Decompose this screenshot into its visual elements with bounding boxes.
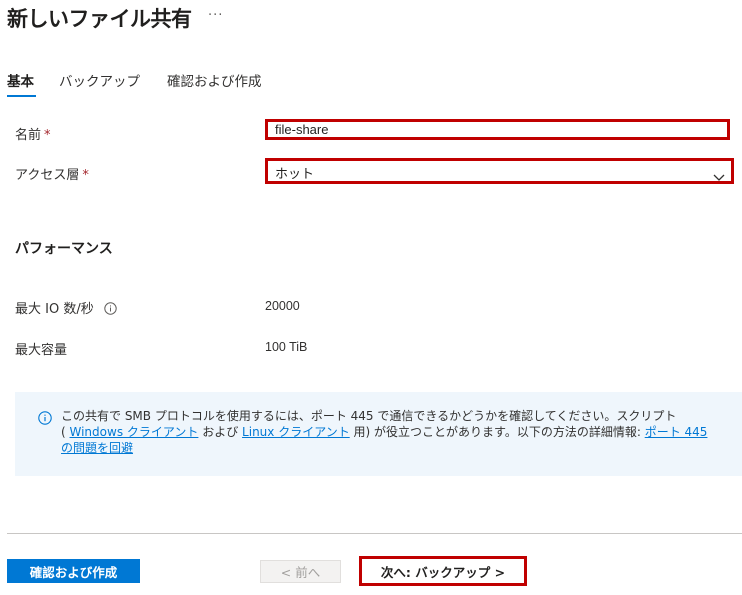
info-text-part: および: [198, 425, 243, 439]
tab-review-create[interactable]: 確認および作成: [167, 70, 262, 90]
tab-basics[interactable]: 基本: [7, 70, 34, 90]
access-tier-dropdown[interactable]: ホット: [265, 158, 734, 184]
footer-divider: [7, 533, 742, 534]
name-field[interactable]: [265, 119, 730, 140]
access-tier-selected-value: ホット: [275, 167, 315, 182]
active-tab-indicator: [7, 95, 36, 97]
required-marker: *: [82, 168, 89, 183]
info-icon: [38, 410, 52, 429]
required-marker: *: [44, 128, 51, 143]
max-io-value: 20000: [265, 299, 300, 313]
name-label-text: 名前: [15, 128, 42, 143]
performance-section-title: パフォーマンス: [15, 241, 113, 257]
info-text-part: 用) が役立つことがあります。以下の方法の詳細情報:: [349, 425, 645, 439]
max-io-label-text: 最大 IO 数/秒: [15, 302, 94, 317]
max-io-label: 最大 IO 数/秒: [15, 298, 117, 319]
access-tier-label: アクセス層 *: [15, 164, 89, 183]
smb-info-text: この共有で SMB プロトコルを使用するには、ポート 445 で通信できるかどう…: [61, 408, 721, 456]
info-text-part: この共有で SMB プロトコルを使用するには、ポート 445 で通信できるかどう…: [61, 409, 677, 423]
capacity-value: 100 TiB: [265, 340, 308, 354]
name-label: 名前 *: [15, 124, 51, 143]
info-text-part: (: [61, 425, 70, 439]
review-create-button[interactable]: 確認および作成: [7, 559, 140, 583]
previous-button[interactable]: < 前へ: [260, 560, 341, 583]
info-icon[interactable]: [104, 302, 117, 319]
tab-backup[interactable]: バックアップ: [59, 70, 140, 90]
capacity-label: 最大容量: [15, 343, 68, 358]
access-tier-label-text: アクセス層: [15, 168, 80, 183]
more-options-button[interactable]: ···: [208, 8, 223, 23]
linux-client-link[interactable]: Linux クライアント: [242, 425, 350, 439]
smb-info-box: この共有で SMB プロトコルを使用するには、ポート 445 で通信できるかどう…: [15, 392, 742, 476]
windows-client-link[interactable]: Windows クライアント: [70, 425, 199, 439]
page-title: 新しいファイル共有: [7, 7, 192, 31]
chevron-down-icon: [713, 167, 725, 186]
new-file-share-panel: 新しいファイル共有 ··· 基本 バックアップ 確認および作成 名前* アクセス…: [0, 0, 742, 595]
next-backup-button[interactable]: 次へ: バックアップ >: [359, 556, 527, 586]
